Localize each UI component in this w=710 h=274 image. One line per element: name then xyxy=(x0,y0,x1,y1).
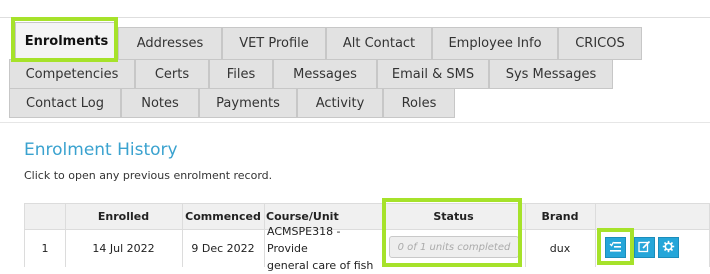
tab-employee-info[interactable]: Employee Info xyxy=(432,27,558,60)
edit-icon xyxy=(638,238,651,257)
tab-enrolments[interactable]: Enrolments xyxy=(15,22,118,60)
row-course-line1: ACMSPE318 - Provide xyxy=(267,224,341,255)
col-index-header xyxy=(25,204,65,229)
tab-sys-messages[interactable]: Sys Messages xyxy=(489,59,613,89)
progress-icon xyxy=(609,238,622,257)
page-title: Enrolment History xyxy=(24,140,178,160)
tab-payments[interactable]: Payments xyxy=(199,88,297,118)
row-commenced: 9 Dec 2022 xyxy=(191,241,255,255)
settings-button[interactable] xyxy=(658,237,679,258)
tab-alt-contact[interactable]: Alt Contact xyxy=(326,27,432,60)
status-badge: 0 of 1 units completed xyxy=(389,236,519,258)
tab-files[interactable]: Files xyxy=(209,59,273,89)
tab-competencies[interactable]: Competencies xyxy=(9,59,135,89)
top-divider xyxy=(0,17,710,18)
tab-roles[interactable]: Roles xyxy=(383,88,455,118)
tab-messages[interactable]: Messages xyxy=(273,59,377,89)
col-actions-header xyxy=(595,204,710,229)
gear-icon xyxy=(662,238,675,257)
tab-cricos[interactable]: CRICOS xyxy=(558,27,642,60)
tab-contact-log[interactable]: Contact Log xyxy=(9,88,121,118)
progress-button[interactable] xyxy=(605,237,626,258)
tab-panel-divider xyxy=(0,122,710,123)
row-index: 1 xyxy=(41,241,49,255)
row-course: ACMSPE318 - Provide general care of fish xyxy=(265,225,382,272)
enrolment-history-table: Enrolled Commenced Course/Unit Status Br… xyxy=(24,203,710,272)
row-course-line2: general care of fish xyxy=(267,258,374,272)
col-commenced-header: Commenced xyxy=(185,210,261,223)
tab-activity[interactable]: Activity xyxy=(297,88,383,118)
col-status-header: Status xyxy=(433,210,474,223)
page-hint: Click to open any previous enrolment rec… xyxy=(24,169,273,182)
col-enrolled-header: Enrolled xyxy=(97,210,150,223)
tab-notes[interactable]: Notes xyxy=(121,88,199,118)
edit-button[interactable] xyxy=(634,237,655,258)
tab-email-sms[interactable]: Email & SMS xyxy=(377,59,489,89)
row-enrolled: 14 Jul 2022 xyxy=(92,241,155,255)
tab-vet-profile[interactable]: VET Profile xyxy=(222,27,326,60)
tab-addresses[interactable]: Addresses xyxy=(118,27,222,60)
tab-certs[interactable]: Certs xyxy=(135,59,209,89)
row-brand: dux xyxy=(549,241,571,255)
col-brand-header: Brand xyxy=(541,210,579,223)
